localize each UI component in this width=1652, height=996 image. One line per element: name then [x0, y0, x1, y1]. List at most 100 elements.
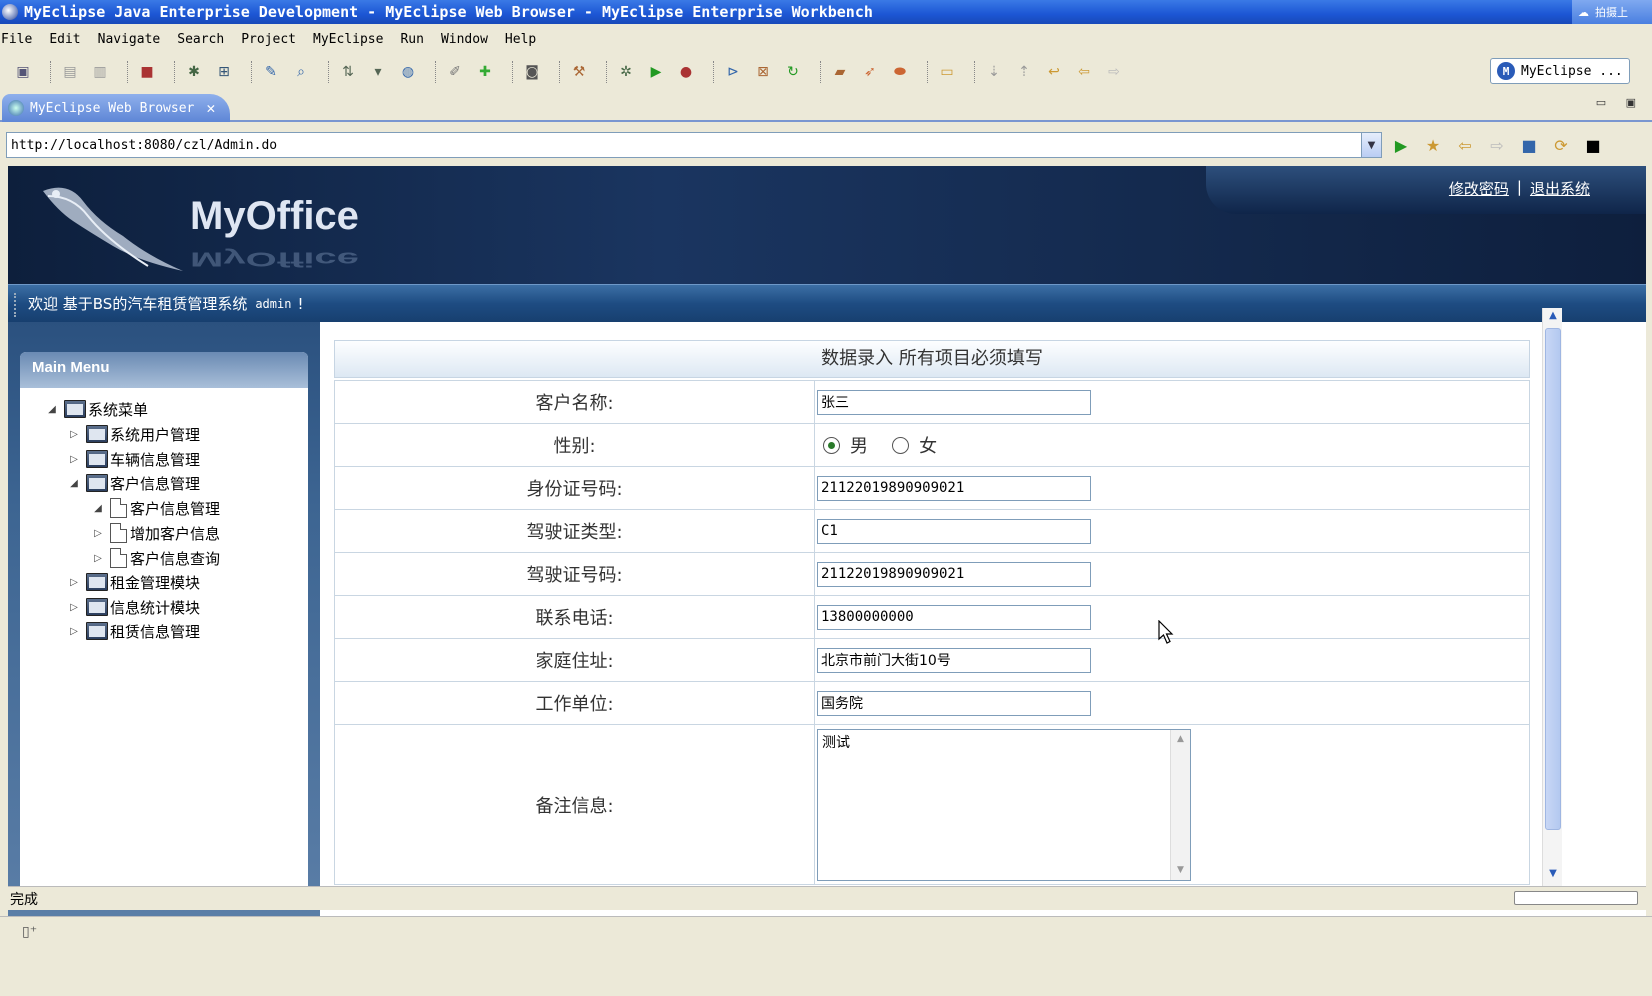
new-icon[interactable]: ▣ [12, 61, 34, 83]
menu-file[interactable]: File [1, 32, 32, 47]
collapsed-arrow-icon[interactable]: ▷ [68, 602, 80, 613]
cloud-icon: ☁ [1578, 5, 1589, 19]
panel-icon[interactable]: ■ [1582, 134, 1604, 156]
address-input[interactable] [817, 647, 1091, 673]
stop-icon[interactable]: ■ [1518, 134, 1540, 156]
url-input[interactable] [11, 137, 1341, 153]
collapsed-arrow-icon[interactable]: ▷ [68, 626, 80, 637]
search-icon[interactable]: ⌕ [290, 61, 312, 83]
change-password-link[interactable]: 修改密码 [1449, 178, 1509, 199]
menu-window[interactable]: Window [441, 32, 488, 47]
license-number-input[interactable] [817, 561, 1091, 587]
refresh-icon[interactable]: ⟳ [1550, 134, 1572, 156]
pencil-icon[interactable]: ✐ [444, 61, 466, 83]
workplace-input[interactable] [817, 690, 1091, 716]
menu-help[interactable]: Help [505, 32, 536, 47]
remarks-textarea[interactable]: 测试 ▲ ▼ [817, 728, 1191, 881]
expanded-arrow-icon[interactable]: ◢ [46, 404, 58, 415]
wizard-icon[interactable]: ✎ [260, 61, 282, 83]
form-row-gender: 性别: 男 女 [334, 423, 1530, 467]
deploy-icon[interactable]: ⇅ [337, 61, 359, 83]
phone-input[interactable] [817, 604, 1091, 630]
expanded-arrow-icon[interactable]: ◢ [68, 478, 80, 489]
menu-myeclipse[interactable]: MyEclipse [313, 32, 383, 47]
expanded-arrow-icon[interactable]: ◢ [92, 503, 104, 514]
scroll-down-icon[interactable]: ▼ [1172, 862, 1189, 879]
add-icon[interactable]: ✚ [474, 61, 496, 83]
textarea-scrollbar[interactable]: ▲ ▼ [1170, 729, 1190, 880]
globe-icon[interactable]: ◍ [397, 61, 419, 83]
tree-node-vehicle-management[interactable]: ▷ 车辆信息管理 [68, 448, 200, 470]
prev-annotation-icon[interactable]: ⇡ [1013, 61, 1035, 83]
tree-node-user-management[interactable]: ▷ 系统用户管理 [68, 423, 200, 445]
database-icon[interactable]: ⬬ [889, 61, 911, 83]
tree-node-customer-query[interactable]: ▷ 客户信息查询 [92, 547, 220, 569]
tree-node-add-customer[interactable]: ▷ 增加客户信息 [92, 522, 220, 544]
tree-node-rent-module[interactable]: ▷ 租金管理模块 [68, 571, 200, 593]
minimize-maximize-icons[interactable]: ▭ ▣ [1596, 96, 1644, 109]
tree-node-rental-management[interactable]: ▷ 租赁信息管理 [68, 620, 200, 642]
perspective-switcher[interactable]: M MyEclipse ... [1490, 58, 1630, 84]
logout-link[interactable]: 退出系统 [1530, 178, 1590, 199]
menu-edit[interactable]: Edit [49, 32, 80, 47]
folder-icon[interactable]: ▭ [936, 61, 958, 83]
rocket-icon[interactable]: ➶ [859, 61, 881, 83]
forward-icon[interactable]: ⇨ [1486, 134, 1508, 156]
browser-scrollbar[interactable]: ▲ ▼ [1542, 308, 1562, 886]
tree-node-customer-management[interactable]: ◢ 客户信息管理 [68, 472, 200, 494]
menu-run[interactable]: Run [400, 32, 423, 47]
scroll-down-icon[interactable]: ▼ [1545, 868, 1561, 884]
close-icon[interactable]: ✕ [206, 99, 215, 117]
fast-view-icon[interactable]: ▯⁺ [22, 924, 37, 940]
print-icon[interactable]: ▥ [89, 61, 111, 83]
radio-checked-icon[interactable] [823, 436, 840, 454]
scroll-up-icon[interactable]: ▲ [1545, 310, 1561, 326]
package-icon[interactable]: ■ [136, 61, 158, 83]
scrollbar-thumb[interactable] [1545, 328, 1561, 830]
radio-label: 男 [850, 436, 868, 457]
collapsed-arrow-icon[interactable]: ▷ [68, 429, 80, 440]
tree-node-system-menu[interactable]: ◢ 系统菜单 [46, 398, 148, 420]
tools-icon[interactable]: ⚒ [568, 61, 590, 83]
page-icon [110, 498, 127, 518]
tree-node-customer-info[interactable]: ◢ 客户信息管理 [92, 497, 220, 519]
scroll-up-icon[interactable]: ▲ [1172, 731, 1189, 748]
save-icon[interactable]: ▤ [59, 61, 81, 83]
tree-node-label: 增加客户信息 [130, 524, 221, 543]
server-icon[interactable]: ⊞ [213, 61, 235, 83]
customer-name-input[interactable] [817, 389, 1091, 415]
tab-web-browser[interactable]: MyEclipse Web Browser ✕ [2, 94, 230, 122]
go-icon[interactable]: ▶ [1390, 134, 1412, 156]
last-edit-icon[interactable]: ↩ [1043, 61, 1065, 83]
favorites-icon[interactable]: ★ [1422, 134, 1444, 156]
export-icon[interactable]: ▾ [367, 61, 389, 83]
run-icon[interactable]: ▶ [645, 61, 667, 83]
tree-node-statistics-module[interactable]: ▷ 信息统计模块 [68, 596, 200, 618]
debug-icon[interactable]: ✲ [615, 61, 637, 83]
external-tools-icon[interactable]: ● [675, 61, 697, 83]
refresh-icon[interactable]: ↻ [782, 61, 804, 83]
collapsed-arrow-icon[interactable]: ▷ [68, 454, 80, 465]
chevron-down-icon[interactable]: ▼ [1361, 133, 1381, 157]
menu-project[interactable]: Project [241, 32, 296, 47]
id-number-input[interactable] [817, 475, 1091, 501]
bug-icon[interactable]: ✱ [183, 61, 205, 83]
collapsed-arrow-icon[interactable]: ▷ [92, 553, 104, 564]
collapsed-arrow-icon[interactable]: ▷ [92, 528, 104, 539]
capture-badge[interactable]: ☁ 拍摄上 [1572, 0, 1652, 24]
radio-unchecked-icon[interactable] [892, 436, 910, 454]
camera-icon[interactable]: ◙ [521, 61, 543, 83]
collapsed-arrow-icon[interactable]: ▷ [68, 577, 80, 588]
next-annotation-icon[interactable]: ⇣ [983, 61, 1005, 83]
forward-icon[interactable]: ⇨ [1103, 61, 1125, 83]
menu-search[interactable]: Search [177, 32, 224, 47]
gender-male-radio[interactable]: 男 [817, 432, 868, 458]
license-type-input[interactable] [817, 518, 1091, 544]
open-folder-icon[interactable]: ▰ [829, 61, 851, 83]
back-icon[interactable]: ⇦ [1073, 61, 1095, 83]
back-icon[interactable]: ⇦ [1454, 134, 1476, 156]
menu-navigate[interactable]: Navigate [98, 32, 161, 47]
gender-female-radio[interactable]: 女 [886, 432, 937, 458]
hierarchy-icon[interactable]: ⊠ [752, 61, 774, 83]
open-type-icon[interactable]: ⊳ [722, 61, 744, 83]
